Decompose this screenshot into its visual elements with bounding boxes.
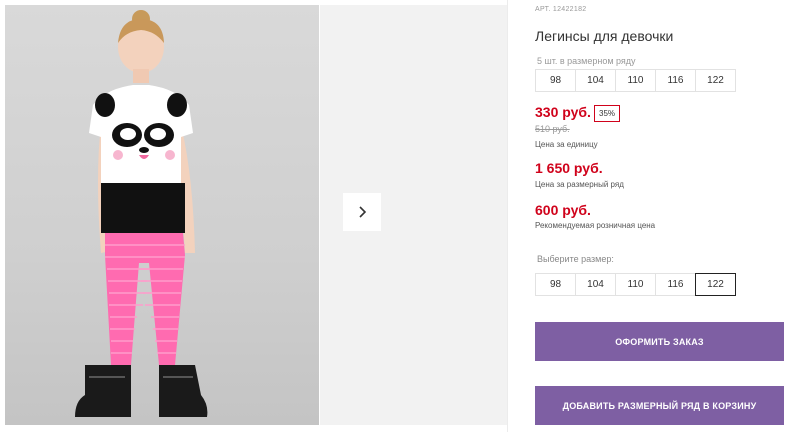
discount-badge: 35%: [594, 105, 621, 122]
order-button[interactable]: ОФОРМИТЬ ЗАКАЗ: [535, 322, 784, 361]
retail-price: 600 руб.: [535, 202, 591, 218]
size-option[interactable]: 110: [615, 273, 656, 296]
row-price: 1 650 руб.: [535, 160, 603, 176]
size-option[interactable]: 104: [575, 273, 616, 296]
size-option[interactable]: 98: [535, 273, 576, 296]
retail-price-note: Рекомендуемая розничная цена: [535, 221, 656, 230]
size-row-label: 5 шт. в размерном ряду: [537, 56, 636, 66]
unit-price-note: Цена за единицу: [535, 140, 598, 149]
chevron-right-icon: [359, 206, 367, 218]
unit-price: 330 руб.: [535, 104, 591, 120]
product-title: Легинсы для девочки: [535, 28, 674, 44]
girl-illustration: [75, 10, 208, 417]
size-option-selected[interactable]: 122: [695, 273, 736, 296]
size-row-item: 104: [575, 69, 616, 92]
size-option[interactable]: 116: [655, 273, 696, 296]
next-photo-button[interactable]: [343, 193, 381, 231]
size-row-item: 116: [655, 69, 696, 92]
size-row-item: 98: [535, 69, 576, 92]
size-row-item: 122: [695, 69, 736, 92]
product-photo[interactable]: [5, 5, 319, 425]
row-price-note: Цена за размерный ряд: [535, 180, 624, 189]
choose-size-label: Выберите размер:: [537, 254, 614, 264]
product-gallery: [0, 0, 507, 432]
size-row-item: 110: [615, 69, 656, 92]
size-selector: 98 104 110 116 122: [535, 273, 736, 296]
old-price: 510 руб.: [535, 124, 570, 134]
size-row-list: 98 104 110 116 122: [535, 69, 736, 92]
column-divider: [507, 0, 508, 432]
article-number: АРТ. 12422182: [535, 6, 587, 13]
add-size-row-to-cart-button[interactable]: ДОБАВИТЬ РАЗМЕРНЫЙ РЯД В КОРЗИНУ: [535, 386, 784, 425]
